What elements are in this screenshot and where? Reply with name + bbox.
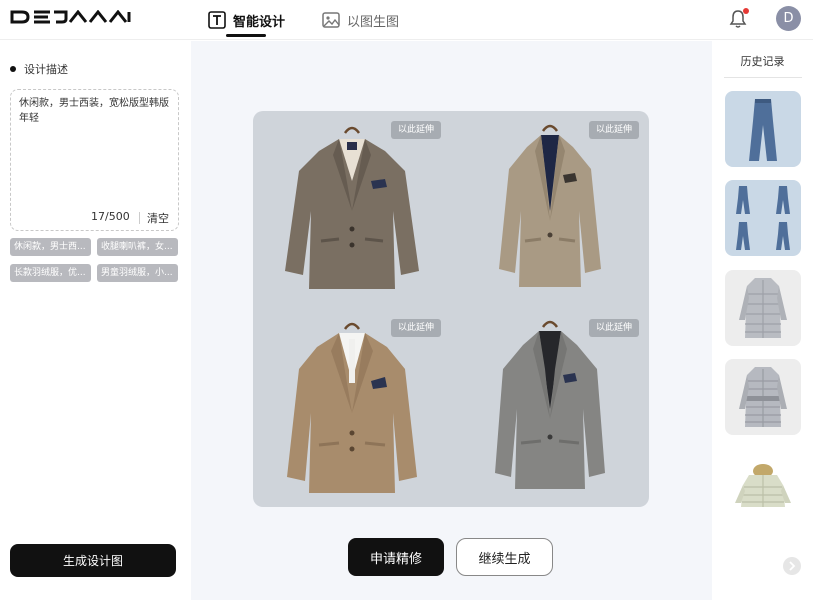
brand-logo	[10, 10, 131, 24]
text-t-icon	[208, 11, 226, 29]
extend-button[interactable]: 以此延伸	[391, 319, 441, 337]
history-panel: 历史记录	[712, 41, 813, 600]
result-image[interactable]: 以此延伸	[253, 111, 451, 309]
char-counter: 17/500	[91, 210, 130, 223]
result-image[interactable]: 以此延伸	[451, 111, 649, 309]
belted-puffer-thumbnail	[739, 367, 787, 427]
history-item[interactable]	[725, 180, 801, 256]
extend-button[interactable]: 以此延伸	[589, 319, 639, 337]
extend-button[interactable]: 以此延伸	[589, 121, 639, 139]
history-item[interactable]	[725, 359, 801, 435]
canvas-area: 以此延伸 以此延伸 以此延伸 以此延伸 申请精修 继续生成	[191, 41, 712, 600]
result-image[interactable]: 以此延伸	[253, 309, 451, 507]
clear-button[interactable]: 清空	[147, 210, 169, 226]
section-title-label: 设计描述	[24, 63, 68, 76]
description-textarea[interactable]: 休闲款，男士西装，宽松版型韩版年轻 17/500 清空	[10, 89, 179, 231]
active-tab-indicator	[226, 34, 266, 37]
image-icon	[322, 11, 340, 29]
tab-label: 智能设计	[233, 14, 286, 30]
history-item[interactable]	[725, 270, 801, 346]
top-bar: 智能设计 以图生图 D	[0, 0, 813, 40]
section-title: 设计描述	[10, 61, 68, 77]
history-title: 历史记录	[740, 55, 785, 68]
prompt-chip[interactable]: 男童羽绒服，小...	[97, 264, 178, 282]
avatar[interactable]: D	[776, 6, 801, 31]
blazer-image	[287, 322, 417, 493]
result-grid: 以此延伸 以此延伸 以此延伸 以此延伸	[253, 111, 649, 507]
app-root: 智能设计 以图生图 D 设计描述 休闲款，男士西装，宽松版型韩版年轻 17/50…	[0, 0, 813, 600]
extend-button[interactable]: 以此延伸	[391, 121, 441, 139]
cropped-puffer-thumbnail	[735, 464, 791, 507]
notification-dot	[743, 8, 749, 14]
blazer-image	[285, 126, 419, 289]
prompt-chip[interactable]: 收腿喇叭裤，女...	[97, 238, 178, 256]
jeans-thumbnail	[749, 99, 777, 161]
tab-smart-design[interactable]: 智能设计	[208, 9, 285, 31]
description-text[interactable]: 休闲款，男士西装，宽松版型韩版年轻	[19, 96, 171, 126]
divider	[139, 212, 140, 224]
result-image[interactable]: 以此延伸	[451, 309, 649, 507]
bullet-dot-icon	[10, 66, 16, 72]
blazer-image	[499, 124, 601, 287]
divider	[724, 77, 802, 78]
prompt-chip[interactable]: 休闲款，男士西...	[10, 238, 91, 256]
prompt-chip[interactable]: 长款羽绒服，优...	[10, 264, 91, 282]
left-panel: 设计描述 休闲款，男士西装，宽松版型韩版年轻 17/500 清空 休闲款，男士西…	[0, 41, 191, 600]
history-next-button[interactable]	[783, 557, 801, 575]
tab-image-to-image[interactable]: 以图生图	[322, 9, 399, 31]
history-item[interactable]	[725, 91, 801, 167]
blazer-image	[495, 320, 605, 489]
long-puffer-thumbnail	[739, 278, 787, 338]
generate-design-button[interactable]: 生成设计图	[10, 544, 176, 577]
chevron-right-icon	[789, 561, 796, 571]
jeans-grid-thumbnail	[736, 186, 790, 250]
tab-label: 以图生图	[347, 14, 400, 30]
history-item[interactable]	[725, 449, 801, 525]
request-refine-button[interactable]: 申请精修	[348, 538, 444, 576]
continue-generate-button[interactable]: 继续生成	[456, 538, 553, 576]
